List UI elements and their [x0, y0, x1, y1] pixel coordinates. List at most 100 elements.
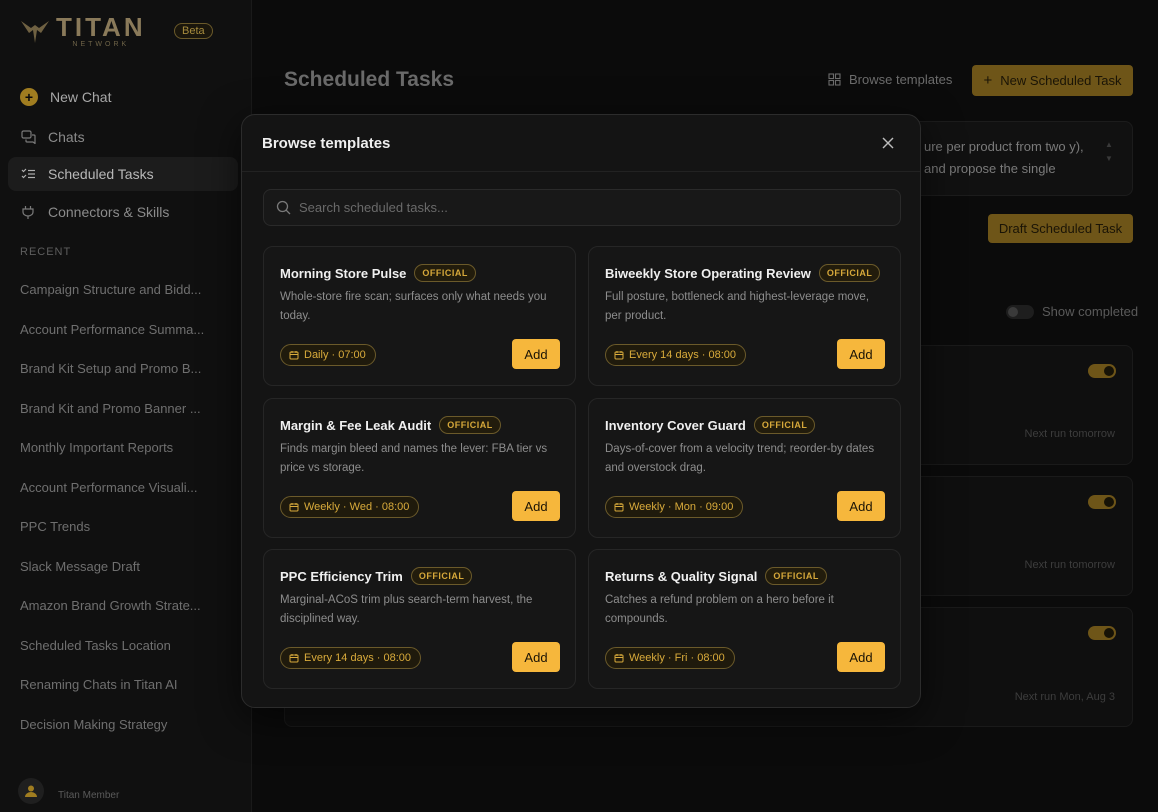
toggle-switch[interactable]: [1006, 304, 1034, 319]
close-button[interactable]: [880, 135, 896, 151]
calendar-icon: [289, 351, 299, 360]
template-name: PPC Efficiency Trim: [280, 568, 403, 584]
recent-chat-item[interactable]: Amazon Brand Growth Strate...: [20, 598, 220, 613]
template-name: Morning Store Pulse: [280, 265, 407, 281]
recent-chat-item[interactable]: Account Performance Summa...: [20, 322, 220, 337]
titan-wing-logo-icon: [21, 21, 49, 43]
recent-chat-item[interactable]: Monthly Important Reports: [20, 440, 220, 455]
prompt-text: ure per product from two y), and propose…: [924, 139, 1084, 176]
beta-badge: Beta: [174, 23, 213, 39]
official-badge: OFFICIAL: [414, 264, 476, 282]
schedule-text: Every 14 days · 08:00: [304, 652, 412, 664]
recent-chat-item[interactable]: Campaign Structure and Bidd...: [20, 282, 220, 297]
sidebar-item-chats[interactable]: Chats: [8, 120, 238, 154]
new-chat-button[interactable]: + New Chat: [8, 80, 238, 114]
recent-chat-item[interactable]: Account Performance Visuali...: [20, 480, 220, 495]
recent-chat-item[interactable]: Slack Message Draft: [20, 559, 220, 574]
draft-scheduled-task-button[interactable]: Draft Scheduled Task: [988, 214, 1133, 243]
plus-icon: +: [983, 72, 993, 89]
scroll-arrows-icon[interactable]: ▲ ▼: [1103, 138, 1115, 166]
next-run-text: Next run tomorrow: [1024, 559, 1115, 571]
schedule-text: Every 14 days · 08:00: [629, 349, 737, 361]
sidebar-item-label: Chats: [48, 129, 85, 145]
task-enabled-toggle[interactable]: [1088, 495, 1116, 509]
grid-icon: [828, 73, 841, 86]
search-input[interactable]: [299, 200, 859, 215]
show-completed-label: Show completed: [1042, 304, 1139, 319]
task-enabled-toggle[interactable]: [1088, 626, 1116, 640]
official-badge: OFFICIAL: [765, 567, 827, 585]
add-template-button[interactable]: Add: [837, 642, 885, 672]
avatar[interactable]: [18, 778, 44, 804]
calendar-icon: [289, 503, 299, 512]
recent-chat-item[interactable]: Scheduled Tasks Location: [20, 638, 220, 653]
modal-divider: [242, 171, 920, 172]
official-badge: OFFICIAL: [818, 264, 881, 282]
calendar-icon: [614, 503, 624, 512]
new-chat-label: New Chat: [50, 89, 112, 105]
close-icon: [882, 137, 894, 149]
new-scheduled-task-label: New Scheduled Task: [1000, 73, 1122, 88]
logo-title: TITAN: [56, 12, 146, 42]
calendar-icon: [614, 654, 624, 663]
schedule-text: Weekly · Mon · 09:00: [629, 501, 734, 513]
logo[interactable]: TITAN NETWORK: [20, 12, 146, 48]
recent-chat-item[interactable]: Renaming Chats in Titan AI: [20, 677, 220, 692]
browse-templates-modal: Browse templates Morning Store Pulse OFFI…: [241, 114, 921, 708]
sidebar-item-scheduled-tasks[interactable]: Scheduled Tasks: [8, 157, 238, 191]
template-card: Returns & Quality Signal OFFICIAL Catches…: [588, 549, 901, 689]
checklist-icon: [20, 166, 36, 182]
template-description: Days-of-cover from a velocity trend; reo…: [605, 443, 875, 474]
show-completed-toggle[interactable]: Show completed: [1006, 304, 1138, 319]
next-run-text: Next run Mon, Aug 3: [1014, 691, 1115, 703]
schedule-badge: Weekly · Wed · 08:00: [280, 496, 420, 518]
logo-subtitle: NETWORK: [72, 41, 130, 48]
new-scheduled-task-button[interactable]: + New Scheduled Task: [972, 65, 1133, 96]
plug-icon: [20, 204, 36, 220]
recent-chat-item[interactable]: Brand Kit Setup and Promo B...: [20, 361, 220, 376]
template-card: PPC Efficiency Trim OFFICIAL Marginal-ACo…: [263, 549, 576, 689]
schedule-badge: Every 14 days · 08:00: [280, 647, 422, 669]
user-icon: [25, 785, 37, 797]
template-description: Full posture, bottleneck and highest-lev…: [605, 291, 870, 322]
sidebar-item-label: Scheduled Tasks: [48, 166, 154, 182]
schedule-badge: Daily · 07:00: [280, 344, 376, 366]
recent-chat-item[interactable]: PPC Trends: [20, 519, 220, 534]
plus-icon: +: [20, 88, 38, 106]
calendar-icon: [289, 654, 299, 663]
add-template-button[interactable]: Add: [512, 642, 560, 672]
sidebar-item-connectors[interactable]: Connectors & Skills: [8, 195, 238, 229]
chat-bubbles-icon: [20, 129, 36, 145]
app-root: TITAN NETWORK Beta + New Chat Chats Sche…: [0, 0, 1158, 812]
recent-chat-item[interactable]: Brand Kit and Promo Banner ...: [20, 401, 220, 416]
schedule-text: Weekly · Fri · 08:00: [629, 652, 725, 664]
task-enabled-toggle[interactable]: [1088, 364, 1116, 378]
template-description: Marginal-ACoS trim plus search-term harv…: [280, 594, 533, 625]
recent-chat-item[interactable]: Decision Making Strategy: [20, 717, 220, 732]
schedule-text: Daily · 07:00: [304, 349, 366, 361]
schedule-badge: Weekly · Fri · 08:00: [605, 647, 735, 669]
add-template-button[interactable]: Add: [837, 491, 885, 521]
add-template-button[interactable]: Add: [512, 491, 560, 521]
browse-templates-label: Browse templates: [849, 72, 953, 87]
schedule-badge: Every 14 days · 08:00: [605, 344, 747, 366]
recent-heading: RECENT: [20, 246, 72, 258]
modal-title: Browse templates: [262, 135, 391, 152]
schedule-badge: Weekly · Mon · 09:00: [605, 496, 744, 518]
template-card: Margin & Fee Leak Audit OFFICIAL Finds ma…: [263, 398, 576, 538]
template-description: Finds margin bleed and names the lever: …: [280, 443, 548, 474]
add-template-button[interactable]: Add: [837, 339, 885, 369]
page-title: Scheduled Tasks: [284, 68, 455, 91]
sidebar: TITAN NETWORK Beta + New Chat Chats Sche…: [0, 0, 252, 812]
sidebar-item-label: Connectors & Skills: [48, 204, 170, 220]
next-run-text: Next run tomorrow: [1024, 428, 1115, 440]
template-name: Biweekly Store Operating Review: [605, 265, 811, 281]
official-badge: OFFICIAL: [439, 416, 501, 434]
add-template-button[interactable]: Add: [512, 339, 560, 369]
calendar-icon: [614, 351, 624, 360]
template-card: Morning Store Pulse OFFICIAL Whole-store …: [263, 246, 576, 386]
browse-templates-button[interactable]: Browse templates: [828, 72, 952, 87]
official-badge: OFFICIAL: [753, 416, 816, 434]
search-field[interactable]: [263, 189, 901, 226]
official-badge: OFFICIAL: [410, 567, 473, 585]
